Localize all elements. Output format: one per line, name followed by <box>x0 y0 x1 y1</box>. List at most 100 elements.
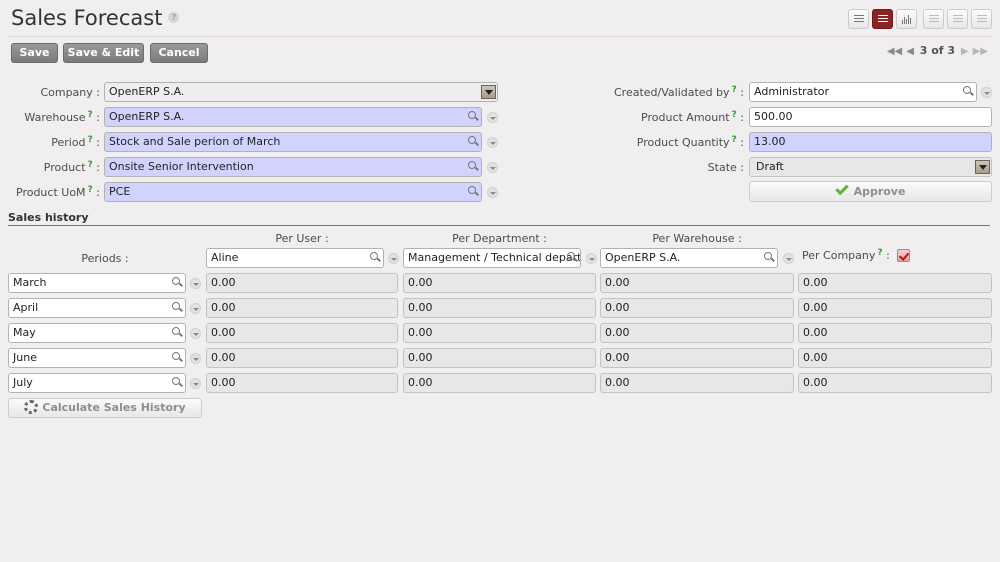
per-company-value: 0.00 <box>798 298 992 318</box>
cancel-button[interactable]: Cancel <box>150 43 208 63</box>
per-department-value: 0.00 <box>403 273 596 293</box>
per-user-field[interactable]: Aline <box>206 248 384 268</box>
graph-view-button[interactable] <box>896 9 917 29</box>
search-icon[interactable] <box>468 111 478 123</box>
per-department-value: 0.00 <box>403 298 596 318</box>
kanban-view-icon <box>977 15 987 24</box>
pager-text: 3 of 3 <box>919 44 956 57</box>
period-row-field[interactable]: June <box>8 348 186 368</box>
calculate-sales-history-button[interactable]: Calculate Sales History <box>8 398 202 418</box>
chevron-down-icon <box>481 85 496 99</box>
dropdown-icon[interactable] <box>190 278 201 289</box>
save-edit-button[interactable]: Save & Edit <box>63 43 144 63</box>
quantity-field[interactable]: 13.00 <box>749 132 992 152</box>
list-view-icon <box>854 15 864 24</box>
warehouse-label: Warehouse? : <box>24 110 100 124</box>
view-switcher <box>848 9 992 29</box>
search-icon[interactable] <box>963 86 973 98</box>
search-icon[interactable] <box>764 252 774 264</box>
company-label: Company : <box>40 86 100 99</box>
first-record-icon[interactable]: ◀◀ <box>887 46 902 57</box>
search-icon[interactable] <box>172 377 182 389</box>
dropdown-icon[interactable] <box>783 253 794 264</box>
gears-icon <box>24 400 39 414</box>
calendar-view-icon <box>929 15 939 24</box>
dropdown-icon[interactable] <box>190 353 201 364</box>
per-department-value: 0.00 <box>403 323 596 343</box>
per-warehouse-value: 0.00 <box>600 298 794 318</box>
check-icon <box>834 181 849 196</box>
per-department-field[interactable]: Management / Technical departm <box>403 248 581 268</box>
per-warehouse-value: 0.00 <box>600 373 794 393</box>
search-icon[interactable] <box>370 252 380 264</box>
dropdown-icon[interactable] <box>981 87 992 98</box>
kanban-view-button[interactable] <box>971 9 992 29</box>
uom-field[interactable]: PCE <box>104 182 482 202</box>
search-icon[interactable] <box>567 252 577 264</box>
gantt-view-icon <box>953 15 963 24</box>
chevron-down-icon <box>975 160 990 174</box>
dropdown-icon[interactable] <box>190 328 201 339</box>
search-icon[interactable] <box>468 186 478 198</box>
help-icon[interactable]: ? <box>168 11 180 23</box>
dropdown-icon[interactable] <box>586 253 597 264</box>
list-view-button[interactable] <box>848 9 869 29</box>
per-warehouse-value: 0.00 <box>600 323 794 343</box>
dropdown-icon[interactable] <box>487 112 498 123</box>
search-icon[interactable] <box>468 136 478 148</box>
sales-history-title: Sales history <box>8 211 89 224</box>
period-row-field[interactable]: May <box>8 323 186 343</box>
section-divider <box>8 225 990 226</box>
period-row-field[interactable]: April <box>8 298 186 318</box>
per-user-header: Per User : <box>275 232 329 245</box>
per-warehouse-field[interactable]: OpenERP S.A. <box>600 248 778 268</box>
warehouse-field[interactable]: OpenERP S.A. <box>104 107 482 127</box>
dropdown-icon[interactable] <box>487 162 498 173</box>
pager: ◀◀ ◀ 3 of 3 ▶ ▶▶ <box>885 44 990 57</box>
dropdown-icon[interactable] <box>190 378 201 389</box>
per-user-value: 0.00 <box>206 298 398 318</box>
search-icon[interactable] <box>172 302 182 314</box>
save-button[interactable]: Save <box>11 43 58 63</box>
product-label: Product? : <box>43 160 100 174</box>
form-view-button[interactable] <box>872 9 893 29</box>
period-field[interactable]: Stock and Sale perion of March <box>104 132 482 152</box>
period-row-field[interactable]: March <box>8 273 186 293</box>
per-warehouse-value: 0.00 <box>600 348 794 368</box>
product-field[interactable]: Onsite Senior Intervention <box>104 157 482 177</box>
per-warehouse-value: 0.00 <box>600 273 794 293</box>
per-company-checkbox[interactable] <box>897 249 910 262</box>
per-company-value: 0.00 <box>798 273 992 293</box>
amount-label: Product Amount? : <box>641 110 744 124</box>
search-icon[interactable] <box>172 327 182 339</box>
previous-record-icon[interactable]: ◀ <box>906 46 914 57</box>
state-select[interactable]: Draft <box>749 157 992 177</box>
gantt-view-button[interactable] <box>947 9 968 29</box>
next-record-icon[interactable]: ▶ <box>961 46 969 57</box>
last-record-icon[interactable]: ▶▶ <box>973 46 988 57</box>
search-icon[interactable] <box>468 161 478 173</box>
dropdown-icon[interactable] <box>487 187 498 198</box>
graph-view-icon <box>902 14 913 24</box>
per-department-value: 0.00 <box>403 348 596 368</box>
company-select[interactable]: OpenERP S.A. <box>104 82 498 102</box>
per-company-value: 0.00 <box>798 323 992 343</box>
per-user-value: 0.00 <box>206 373 398 393</box>
state-label: State : <box>707 161 744 174</box>
search-icon[interactable] <box>172 352 182 364</box>
period-row-field[interactable]: July <box>8 373 186 393</box>
per-warehouse-header: Per Warehouse : <box>652 232 742 245</box>
per-company-value: 0.00 <box>798 373 992 393</box>
created-by-field[interactable]: Administrator <box>749 82 977 102</box>
per-department-value: 0.00 <box>403 373 596 393</box>
calendar-view-button[interactable] <box>923 9 944 29</box>
dropdown-icon[interactable] <box>190 303 201 314</box>
search-icon[interactable] <box>172 277 182 289</box>
created-by-label: Created/Validated by? : <box>614 85 744 99</box>
page-title: Sales Forecast? <box>11 6 180 30</box>
amount-field[interactable]: 500.00 <box>749 107 992 127</box>
dropdown-icon[interactable] <box>487 137 498 148</box>
approve-button[interactable]: Approve <box>749 181 992 202</box>
per-user-value: 0.00 <box>206 323 398 343</box>
dropdown-icon[interactable] <box>388 253 399 264</box>
